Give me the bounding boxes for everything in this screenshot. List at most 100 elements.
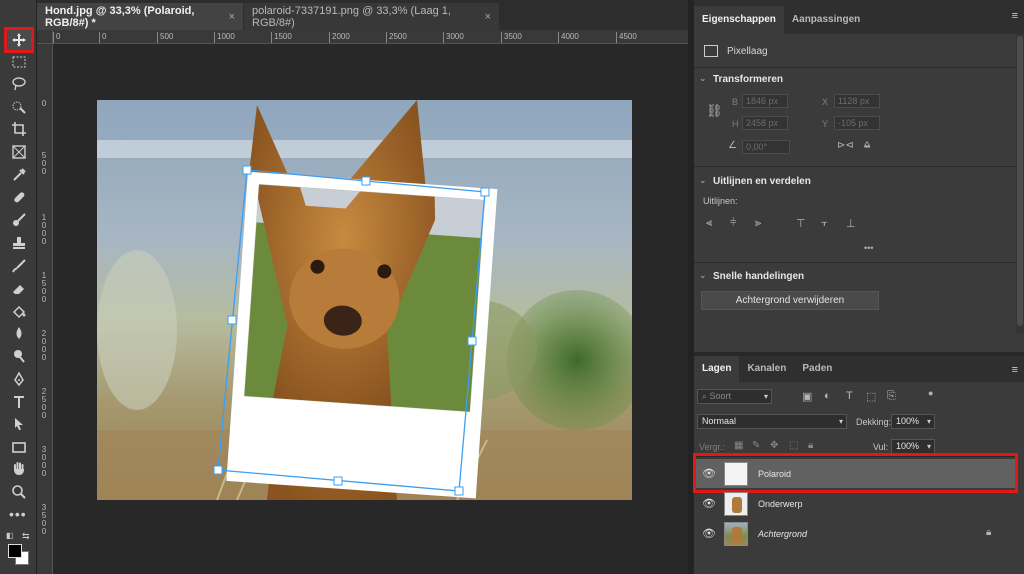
- marquee-icon[interactable]: [6, 51, 32, 73]
- ruler-tick: 3 5 0 0: [41, 503, 47, 536]
- dog-photo[interactable]: [97, 100, 632, 500]
- filter-shape-icon[interactable]: ⬚: [866, 390, 876, 403]
- layer-name[interactable]: Onderwerp: [758, 499, 803, 509]
- hand-icon[interactable]: [6, 458, 32, 480]
- chevron-down-icon[interactable]: ⌄: [699, 175, 707, 186]
- layer-row-achtergrond[interactable]: 👁︎ Achtergrond 🔒︎: [694, 519, 1016, 548]
- ruler-tick: 1 0 0 0: [41, 213, 47, 246]
- zoom-icon[interactable]: [6, 481, 32, 503]
- close-icon[interactable]: ×: [229, 11, 235, 23]
- tab-kanalen[interactable]: Kanalen: [739, 356, 794, 382]
- eraser-icon[interactable]: [6, 278, 32, 300]
- align-right-icon[interactable]: ⫸: [755, 217, 761, 230]
- tab-lagen[interactable]: Lagen: [694, 356, 740, 382]
- pen-icon[interactable]: [6, 368, 32, 390]
- panel-menu-icon[interactable]: ≡: [1012, 364, 1018, 376]
- x-field[interactable]: 1128 px: [834, 94, 880, 108]
- align-middle-v-icon[interactable]: ⫟: [821, 217, 828, 230]
- lock-all-icon[interactable]: 🔒︎: [808, 440, 813, 451]
- healing-icon[interactable]: [6, 186, 32, 208]
- align-title[interactable]: Uitlijnen en verdelen: [713, 176, 811, 187]
- align-center-h-icon[interactable]: ⫩: [730, 217, 736, 230]
- lock-icon[interactable]: 🔒︎: [986, 527, 991, 538]
- swap-colors-icon[interactable]: ⇆: [22, 531, 30, 542]
- filter-label: Soort: [709, 391, 732, 401]
- vertical-ruler: 0 5 0 0 1 0 0 0 1 5 0 0 2 0 0 0 2 5 0 0 …: [37, 44, 53, 574]
- lock-artboard-icon[interactable]: ⬚: [789, 440, 798, 451]
- ruler-tick: 0: [99, 32, 106, 43]
- align-left-icon[interactable]: ⫷: [706, 217, 712, 230]
- height-field[interactable]: 2458 px: [742, 116, 788, 130]
- eyedropper-icon[interactable]: [6, 164, 32, 186]
- rectangle-icon[interactable]: [6, 436, 32, 458]
- layer-row-onderwerp[interactable]: 👁︎ Onderwerp: [694, 489, 1016, 518]
- brush-icon[interactable]: [6, 209, 32, 231]
- chevron-down-icon[interactable]: ⌄: [699, 73, 707, 84]
- chevron-down-icon[interactable]: ⌄: [699, 270, 707, 281]
- tab-eigenschappen[interactable]: Eigenschappen: [694, 6, 784, 34]
- blur-icon[interactable]: [6, 322, 32, 344]
- quick-select-icon[interactable]: [6, 96, 32, 118]
- lock-label: Vergr.:: [699, 442, 726, 452]
- opacity-field[interactable]: 100% ▾: [891, 414, 935, 429]
- flip-horizontal-icon[interactable]: ⊳⊲: [837, 140, 854, 151]
- remove-background-button[interactable]: Achtergrond verwijderen: [701, 291, 879, 310]
- filter-toggle-icon[interactable]: ●: [928, 388, 933, 398]
- layer-thumbnail: [724, 521, 748, 546]
- align-bottom-icon[interactable]: ⊥: [846, 217, 856, 230]
- lock-pixels-icon[interactable]: ✎: [752, 440, 760, 451]
- link-icon[interactable]: ⛓: [706, 103, 723, 119]
- move-icon[interactable]: [4, 27, 34, 53]
- flip-vertical-icon[interactable]: ⩠: [864, 139, 870, 150]
- filter-pixel-icon[interactable]: ▣: [802, 390, 812, 403]
- tab-hond[interactable]: Hond.jpg @ 33,3% (Polaroid, RGB/8#) * ×: [37, 3, 243, 30]
- tab-aanpassingen[interactable]: Aanpassingen: [784, 6, 868, 34]
- filter-adjustment-icon[interactable]: ◐: [824, 390, 831, 402]
- type-icon[interactable]: [6, 391, 32, 413]
- width-field[interactable]: 1846 px: [742, 94, 788, 108]
- layer-filter-select[interactable]: ⌕ Soort ▾: [697, 389, 772, 404]
- ruler-tick: 2500: [386, 32, 407, 43]
- filter-smart-icon[interactable]: ⎘: [887, 390, 896, 403]
- lasso-icon[interactable]: [6, 73, 32, 95]
- ruler-tick: 2000: [329, 32, 350, 43]
- crop-icon[interactable]: [6, 118, 32, 140]
- chevron-down-icon: ▾: [838, 417, 843, 426]
- ruler-tick: 500: [157, 32, 173, 43]
- layer-thumbnail: [724, 491, 748, 516]
- tab-polaroid[interactable]: polaroid-7337191.png @ 33,3% (Laag 1, RG…: [244, 3, 499, 30]
- opacity-label: Dekking:: [856, 417, 892, 427]
- blend-mode-select[interactable]: Normaal ▾: [697, 414, 847, 429]
- history-brush-icon[interactable]: [6, 255, 32, 277]
- more-options-icon[interactable]: •••: [864, 243, 873, 253]
- filter-type-icon[interactable]: T: [846, 390, 853, 402]
- path-select-icon[interactable]: [6, 413, 32, 435]
- y-field[interactable]: -105 px: [834, 116, 880, 130]
- layer-name[interactable]: Achtergrond: [758, 529, 807, 539]
- ruler-tick: 4000: [558, 32, 579, 43]
- lock-position-icon[interactable]: ✥: [770, 440, 778, 451]
- scrollbar-thumb[interactable]: [1017, 36, 1023, 326]
- panel-menu-icon[interactable]: ≡: [1012, 10, 1018, 22]
- ruler-tick: 0: [53, 32, 60, 43]
- align-subtitle: Uitlijnen:: [703, 196, 738, 206]
- divider: [694, 262, 1016, 263]
- document-canvas[interactable]: [54, 45, 688, 574]
- gradient-icon[interactable]: [6, 300, 32, 322]
- fill-field[interactable]: 100% ▾: [891, 439, 935, 454]
- more-tools-icon[interactable]: •••: [9, 506, 27, 522]
- close-icon[interactable]: ×: [485, 11, 491, 23]
- align-top-icon[interactable]: ⊤: [796, 217, 806, 230]
- eye-icon[interactable]: 👁︎: [702, 527, 716, 540]
- frame-icon[interactable]: [6, 141, 32, 163]
- dodge-icon[interactable]: [6, 345, 32, 367]
- lock-transparent-icon[interactable]: ▦: [734, 440, 743, 451]
- transform-title[interactable]: Transformeren: [713, 74, 783, 85]
- default-colors-icon[interactable]: ◧: [6, 531, 14, 540]
- foreground-color-swatch[interactable]: [8, 544, 22, 558]
- eye-icon[interactable]: 👁︎: [702, 497, 716, 510]
- tab-paden[interactable]: Paden: [794, 356, 840, 382]
- quick-actions-title[interactable]: Snelle handelingen: [713, 271, 804, 282]
- angle-field[interactable]: 0,00°: [742, 140, 790, 154]
- stamp-icon[interactable]: [6, 232, 32, 254]
